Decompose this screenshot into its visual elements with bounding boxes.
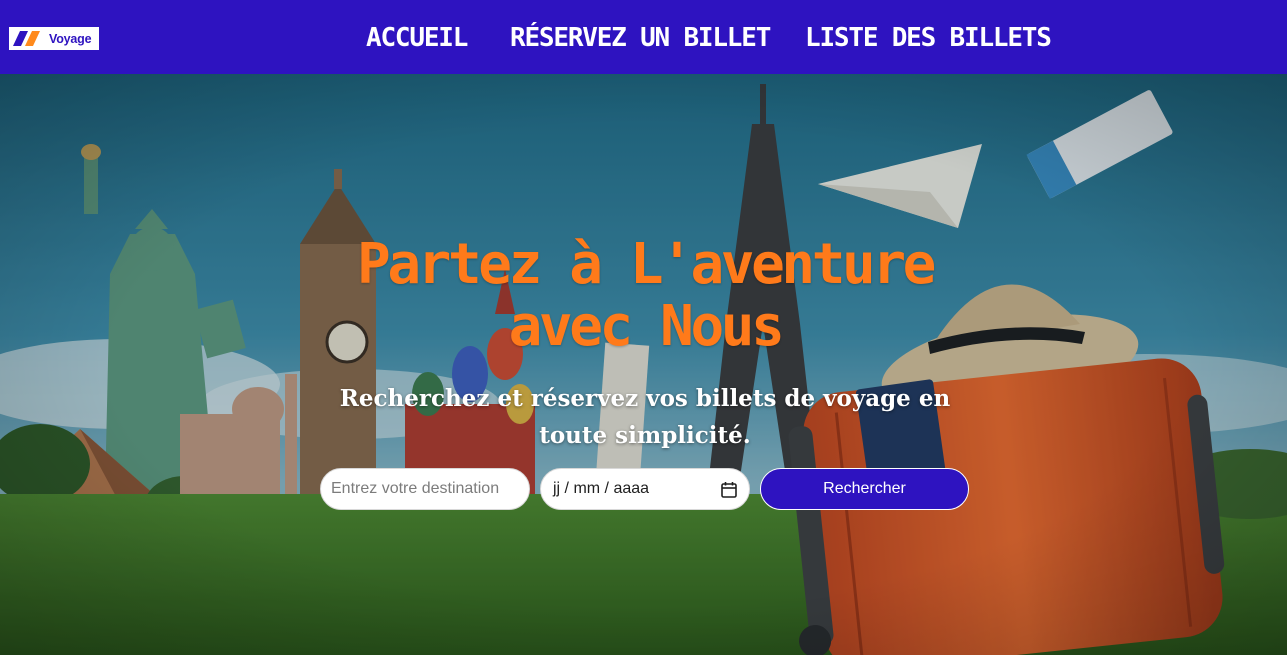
hero-subtitle: Recherchez et réservez vos billets de vo… xyxy=(339,385,951,449)
main-nav: ACCUEIL RÉSERVEZ UN BILLET LISTE DES BIL… xyxy=(0,18,1287,58)
nav-accueil[interactable]: ACCUEIL xyxy=(366,18,468,58)
site-header: Voyage ACCUEIL RÉSERVEZ UN BILLET LISTE … xyxy=(0,0,1287,74)
date-input[interactable]: jj / mm / aaaa xyxy=(540,468,750,510)
calendar-icon[interactable] xyxy=(721,481,737,498)
destination-input[interactable]: Entrez votre destination xyxy=(320,468,530,510)
hero-section xyxy=(0,74,1287,655)
search-button[interactable]: Rechercher xyxy=(760,468,969,510)
nav-liste-billets[interactable]: LISTE DES BILLETS xyxy=(805,18,1052,58)
search-form: Entrez votre destination jj / mm / aaaa … xyxy=(0,468,1287,510)
nav-reserver-billet[interactable]: RÉSERVEZ UN BILLET xyxy=(510,18,771,58)
date-placeholder: jj / mm / aaaa xyxy=(553,480,650,497)
hero-background-image xyxy=(0,74,1287,655)
hero-title: Partez à L'aventure avec Nous xyxy=(357,232,936,359)
